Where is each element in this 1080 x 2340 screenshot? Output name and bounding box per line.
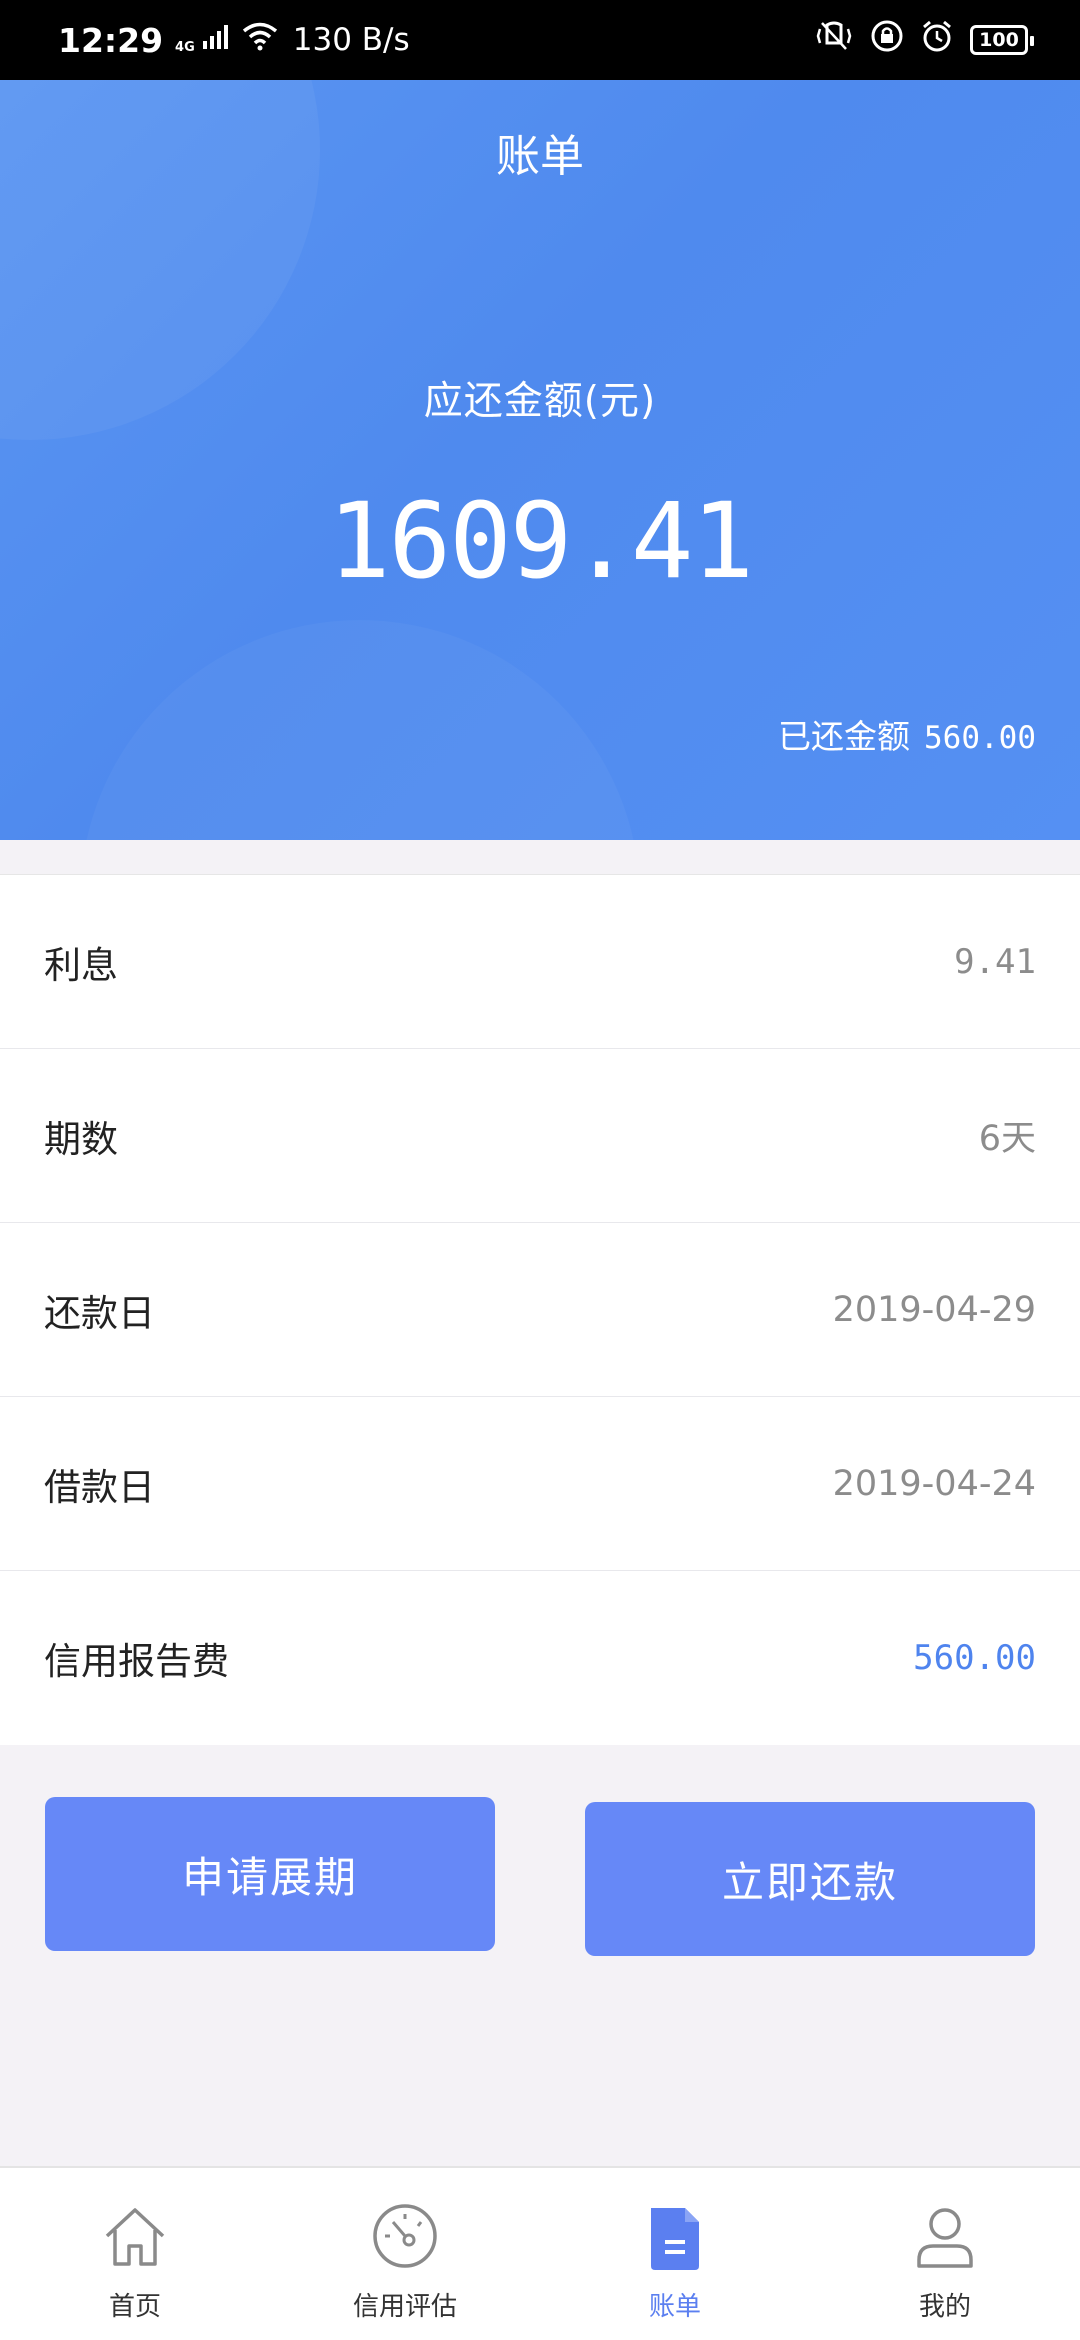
tab-credit-assessment-label: 信用评估 bbox=[352, 2292, 457, 2322]
signal-icon bbox=[201, 21, 229, 59]
network-speed: 130 B/s bbox=[292, 22, 410, 58]
paid-amount-row: 已还金额 560.00 bbox=[778, 710, 1036, 758]
repay-now-button[interactable]: 立即还款 bbox=[585, 1802, 1035, 1956]
wifi-icon bbox=[241, 21, 279, 59]
paid-amount-value: 560.00 bbox=[924, 720, 1036, 756]
page-title: 账单 bbox=[496, 131, 584, 182]
term-label: 期数 bbox=[44, 1117, 118, 1161]
credit-report-fee-value: 560.00 bbox=[913, 1638, 1036, 1678]
term-value: 6天 bbox=[978, 1119, 1036, 1159]
user-icon bbox=[909, 2200, 981, 2276]
gauge-icon bbox=[369, 2200, 441, 2276]
interest-label: 利息 bbox=[44, 943, 118, 987]
status-bar: 12:29 4G 130 B/s 100 bbox=[0, 0, 1080, 80]
network-type: 4G bbox=[175, 39, 195, 55]
bottom-tab-bar: 首页 信用评估 账单 我的 bbox=[0, 2166, 1080, 2340]
due-date-value: 2019-04-29 bbox=[832, 1289, 1036, 1330]
alarm-icon bbox=[920, 19, 954, 61]
amount-due-value: 1609.41 bbox=[327, 480, 754, 602]
vibrate-icon bbox=[814, 19, 854, 61]
detail-row-credit-report-fee: 信用报告费 560.00 bbox=[0, 1571, 1080, 1745]
loan-date-value: 2019-04-24 bbox=[832, 1463, 1036, 1504]
status-time: 12:29 bbox=[58, 20, 164, 60]
home-icon bbox=[99, 2200, 171, 2276]
due-date-label: 还款日 bbox=[44, 1291, 155, 1335]
header-decoration-arc bbox=[80, 620, 640, 840]
detail-row-interest: 利息 9.41 bbox=[0, 875, 1080, 1049]
status-right: 100 bbox=[814, 19, 1034, 61]
credit-report-fee-label: 信用报告费 bbox=[44, 1640, 229, 1683]
tab-mine-label: 我的 bbox=[918, 2292, 971, 2322]
loan-date-label: 借款日 bbox=[44, 1465, 155, 1509]
tab-mine[interactable]: 我的 bbox=[810, 2168, 1080, 2340]
apply-extension-button[interactable]: 申请展期 bbox=[45, 1797, 495, 1951]
lock-rotation-icon bbox=[870, 19, 904, 61]
amount-due-label: 应还金额(元) bbox=[423, 379, 657, 424]
paid-amount-label: 已还金额 bbox=[778, 717, 911, 756]
battery-icon: 100 bbox=[970, 25, 1034, 55]
interest-value: 9.41 bbox=[954, 941, 1036, 982]
tab-bill-label: 账单 bbox=[648, 2292, 701, 2322]
bill-header: 账单 应还金额(元) 1609.41 已还金额 560.00 bbox=[0, 80, 1080, 840]
bill-page: 12:29 4G 130 B/s 100 账单 应还金额(元) 1609.41 … bbox=[0, 0, 1080, 2340]
status-left: 12:29 4G 130 B/s bbox=[58, 21, 410, 60]
tab-home-label: 首页 bbox=[108, 2292, 161, 2322]
tab-credit-assessment[interactable]: 信用评估 bbox=[270, 2168, 540, 2340]
detail-row-loan-date: 借款日 2019-04-24 bbox=[0, 1397, 1080, 1571]
detail-row-due-date: 还款日 2019-04-29 bbox=[0, 1223, 1080, 1397]
detail-row-term: 期数 6天 bbox=[0, 1049, 1080, 1223]
bill-icon bbox=[639, 2200, 711, 2276]
tab-home[interactable]: 首页 bbox=[0, 2168, 270, 2340]
tab-bill[interactable]: 账单 bbox=[540, 2168, 810, 2340]
bill-detail-list: 利息 9.41 期数 6天 还款日 2019-04-29 借款日 2019-04… bbox=[0, 874, 1080, 1745]
